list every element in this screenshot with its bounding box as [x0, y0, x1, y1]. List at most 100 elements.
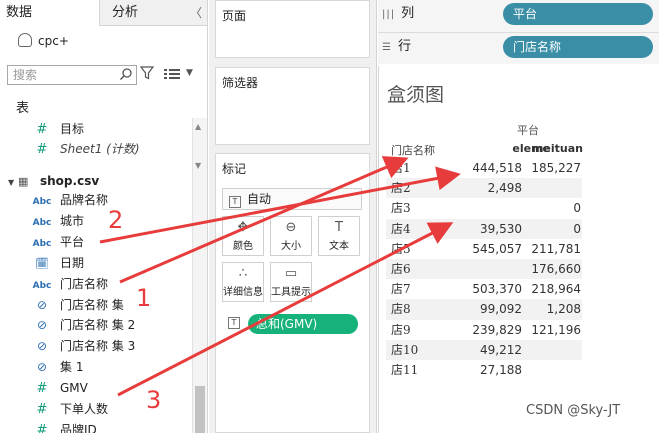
- row-label: 店3: [391, 201, 411, 216]
- marks-card: 标记 T 自动 ✥ 颜色 ⊖ 大小 T 文本 ∴ 详细信息 ▭ 工具提示 T 总和(GMV): [215, 153, 370, 433]
- string-type-icon: Abc: [32, 238, 52, 249]
- measure-icon: #: [36, 381, 48, 397]
- field-label: 门店名称: [60, 276, 109, 291]
- rows-icon: ☰: [382, 42, 392, 53]
- row-label: 店8: [391, 302, 411, 317]
- row-label: 店7: [391, 282, 411, 297]
- field-label: 下单人数: [60, 402, 109, 416]
- field-label: 集 1: [60, 360, 84, 375]
- mark-button-label: 详细信息: [223, 287, 263, 298]
- label-button[interactable]: T 文本: [318, 216, 360, 256]
- field-item[interactable]: # GMV: [0, 378, 192, 398]
- size-button[interactable]: ⊖ 大小: [270, 216, 312, 256]
- table-row[interactable]: 店1 444,518 185,227: [386, 158, 582, 178]
- field-item[interactable]: Abc 品牌名称: [0, 190, 192, 210]
- mark-button-label: 颜色: [233, 241, 253, 252]
- field-item[interactable]: ⊘ 集 1: [0, 357, 192, 377]
- detail-button[interactable]: ∴ 详细信息: [222, 262, 264, 302]
- datasource-icon: [18, 33, 32, 47]
- shelf-divider: [378, 32, 659, 33]
- text-mark-icon: T: [229, 196, 241, 208]
- calendar-icon: 🗓: [35, 256, 49, 270]
- table-row[interactable]: 店8 99,092 1,208: [386, 299, 582, 320]
- table-row[interactable]: 店6 176,660: [386, 258, 582, 280]
- row-label: 店1: [391, 161, 411, 175]
- row-label: 店4: [391, 221, 411, 236]
- watermark: CSDN @Sky-JT: [526, 403, 621, 418]
- mark-type-dropdown[interactable]: T 自动: [222, 188, 362, 210]
- table-row[interactable]: 店3 0: [386, 198, 582, 218]
- datasource-item[interactable]: cpc+: [18, 32, 69, 50]
- view-area: 盒须图 平台 门店名称 eleme meituan 店1 444,518 185,2…: [378, 66, 659, 433]
- row-header[interactable]: 门店名称: [391, 142, 435, 158]
- table-row[interactable]: 店2 2,498: [386, 178, 582, 199]
- cell-eleme: 239,829: [472, 322, 522, 337]
- columns-shelf-label: ||| 列: [382, 2, 414, 26]
- field-label: 品牌名称: [60, 193, 109, 207]
- field-label: 目标: [60, 122, 85, 136]
- string-type-icon: Abc: [32, 217, 52, 228]
- scrollbar-thumb[interactable]: [195, 386, 205, 433]
- field-item[interactable]: ⊘ 门店名称 集 3: [0, 336, 192, 356]
- detail-icon: ∴: [238, 266, 248, 281]
- column-group-header: 平台: [517, 124, 539, 137]
- field-item[interactable]: 🗓 日期: [0, 253, 192, 273]
- field-item[interactable]: Abc 平台: [0, 232, 192, 252]
- list-view-icon[interactable]: [164, 68, 180, 80]
- chevron-down-icon[interactable]: ▼: [186, 68, 193, 78]
- table-row[interactable]: 店10 49,212: [386, 339, 582, 360]
- cell-meituan: 1,208: [546, 302, 581, 317]
- field-label: 门店名称 集 3: [60, 339, 136, 354]
- table-name: shop.csv: [40, 174, 100, 188]
- tables-header: 表: [16, 101, 30, 116]
- pages-card[interactable]: 页面: [215, 0, 370, 58]
- field-item[interactable]: # Sheet1 (计数): [0, 139, 192, 159]
- set-icon: ⊘: [36, 339, 48, 354]
- table-row[interactable]: 店9 239,829 121,196: [386, 320, 582, 340]
- collapse-pane-icon[interactable]: 〈: [190, 4, 202, 21]
- tab-data[interactable]: 数据: [0, 0, 98, 26]
- cards-pane: 页面 筛选器 标记 T 自动 ✥ 颜色 ⊖ 大小 T 文本 ∴ 详细信息 ▭ 工具提示 T 总和(G…: [209, 0, 377, 433]
- color-button[interactable]: ✥ 颜色: [222, 216, 264, 256]
- table-row[interactable]: 店11 27,188: [386, 360, 582, 380]
- field-item[interactable]: # 下单人数: [0, 399, 192, 419]
- field-item[interactable]: # 目标: [0, 119, 192, 139]
- tooltip-icon: ▭: [284, 266, 298, 281]
- measure-pill-gmv[interactable]: 总和(GMV): [248, 314, 358, 334]
- cell-eleme: 99,092: [480, 302, 522, 317]
- table-row[interactable]: 店5 545,057 211,781: [386, 239, 582, 259]
- row-label: 店10: [391, 342, 419, 357]
- cell-meituan: 0: [573, 221, 581, 236]
- pages-title: 页面: [222, 9, 247, 23]
- tooltip-button[interactable]: ▭ 工具提示: [270, 262, 312, 302]
- columns-pill-platform[interactable]: 平台: [503, 3, 653, 25]
- field-label: 平台: [60, 234, 85, 249]
- set-icon: ⊘: [36, 297, 48, 312]
- filter-icon[interactable]: [140, 66, 154, 80]
- search-icon[interactable]: [119, 67, 133, 81]
- row-label: 店9: [391, 322, 411, 337]
- table-row[interactable]: 店7 503,370 218,964: [386, 279, 582, 299]
- mark-button-label: 文本: [329, 241, 349, 252]
- column-header-meituan[interactable]: meituan: [531, 142, 583, 155]
- cell-eleme: 545,057: [472, 241, 522, 256]
- table-item-shop[interactable]: ▼ ▦ shop.csv: [8, 171, 99, 191]
- field-item[interactable]: # 品牌ID: [0, 420, 192, 433]
- scroll-down-icon[interactable]: ▼: [195, 161, 201, 170]
- cell-meituan: 176,660: [531, 261, 581, 276]
- table-row[interactable]: 店4 39,530 0: [386, 218, 582, 239]
- mark-type-value: 自动: [247, 192, 272, 206]
- cell-eleme: 49,212: [480, 342, 522, 357]
- field-search-input[interactable]: 搜索: [7, 65, 137, 85]
- rows-pill-store[interactable]: 门店名称: [503, 36, 653, 58]
- field-item[interactable]: Abc 城市: [0, 211, 192, 231]
- row-label: 店5: [391, 241, 411, 256]
- annotation-label-1: 1: [136, 284, 152, 312]
- scroll-up-icon[interactable]: ▲: [195, 122, 201, 131]
- field-item[interactable]: Abc 门店名称: [0, 274, 192, 294]
- filters-card[interactable]: 筛选器: [215, 67, 370, 145]
- field-item[interactable]: ⊘ 门店名称 集 2: [0, 315, 192, 335]
- data-pane: 数据 分析 〈 cpc+ 搜索 ▼ 表 # 目标 # Sheet1 (计数) ▼ ▦ sh…: [0, 0, 208, 433]
- field-item[interactable]: ⊘ 门店名称 集: [0, 295, 192, 315]
- view-title[interactable]: 盒须图: [387, 80, 444, 107]
